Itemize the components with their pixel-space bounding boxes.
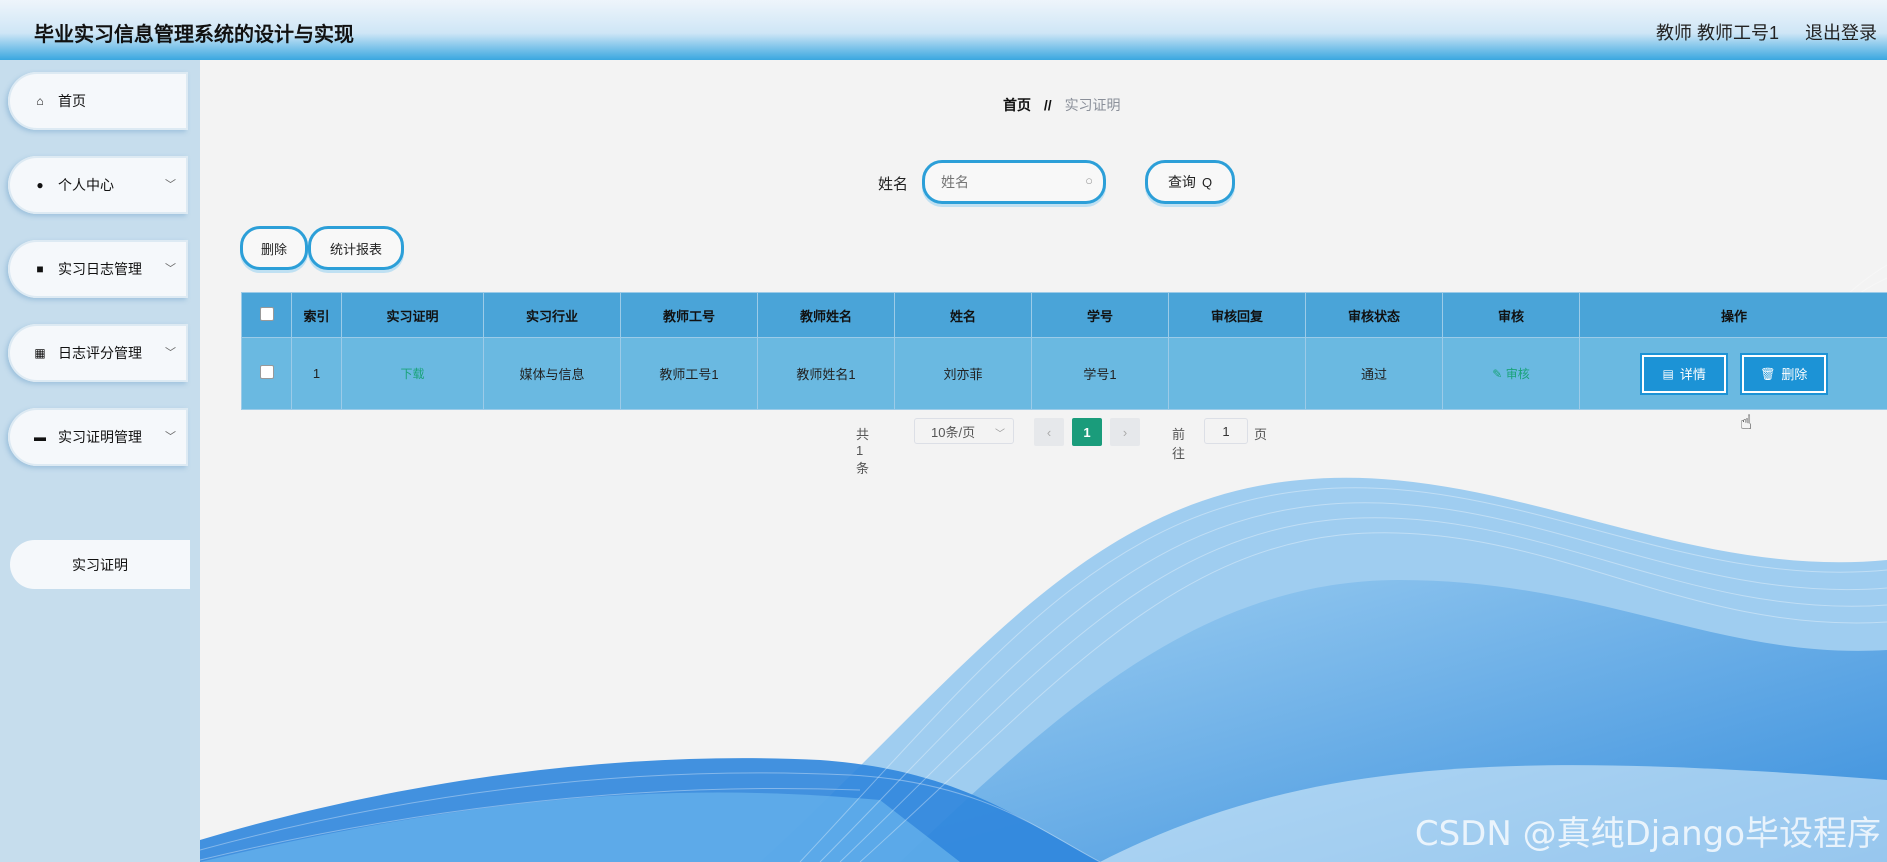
column-header: 实习证明 — [341, 292, 484, 338]
review-link[interactable]: ✎ 审核 — [1492, 367, 1529, 381]
column-header: 操作 — [1579, 292, 1887, 338]
select-all-checkbox[interactable] — [259, 306, 274, 321]
review-link-label: 审核 — [1505, 367, 1530, 381]
edit-icon: ✎ — [1492, 367, 1506, 381]
logout-link[interactable]: 退出登录 — [1805, 19, 1877, 45]
column-header: 教师姓名 — [757, 292, 895, 338]
search-input[interactable] — [939, 163, 1083, 201]
cell-index: 1 — [291, 337, 342, 410]
detail-button-label: 详情 — [1679, 367, 1706, 382]
chevron-down-icon: ﹀ — [165, 263, 176, 275]
cell-industry: 媒体与信息 — [483, 337, 621, 410]
query-button-label: 查询 — [1167, 174, 1196, 190]
cell-status: 通过 — [1305, 337, 1443, 410]
trash-icon: 🗑 — [1760, 366, 1776, 381]
chevron-down-icon: ﹀ — [165, 431, 176, 443]
page-unit-label: 页 — [1254, 427, 1268, 442]
cell-teacher-name: 教师姓名1 — [757, 337, 895, 410]
sidebar: ⌂ 首页 ● 个人中心 ﹀ ■ 实习日志管理 ﹀ ▦ 日志评分管理 ﹀ ▬ 实习… — [0, 60, 200, 862]
table-header-row: 索引 实习证明 实习行业 教师工号 教师姓名 姓名 学号 审核回复 审核状态 审… — [241, 292, 1887, 338]
row-delete-button-label: 删除 — [1781, 367, 1808, 382]
chevron-left-icon: ‹ — [1046, 424, 1052, 440]
row-checkbox[interactable] — [259, 365, 274, 379]
chevron-down-icon: ﹀ — [995, 429, 1005, 440]
search-label: 姓名 — [878, 176, 909, 193]
search-icon: ○ — [1085, 173, 1093, 188]
sidebar-subitem-certificate[interactable]: 实习证明 — [10, 540, 190, 589]
download-link[interactable]: 下载 — [400, 367, 424, 381]
cell-reply — [1168, 337, 1306, 410]
breadcrumb-current: 实习证明 — [1064, 97, 1121, 113]
briefcase-icon: ■ — [36, 262, 44, 276]
cell-student-id: 学号1 — [1031, 337, 1169, 410]
sidebar-item-internship-log[interactable]: ■ 实习日志管理 ﹀ — [8, 240, 188, 298]
current-page-button[interactable]: 1 — [1072, 418, 1102, 446]
sidebar-item-profile[interactable]: ● 个人中心 ﹀ — [8, 156, 188, 214]
sidebar-item-label: 日志评分管理 — [58, 345, 142, 361]
column-header: 审核状态 — [1305, 292, 1443, 338]
report-button[interactable]: 统计报表 — [308, 226, 404, 270]
page-size-select[interactable]: 10条/页 ﹀ — [914, 418, 1014, 444]
sidebar-item-log-score[interactable]: ▦ 日志评分管理 ﹀ — [8, 324, 188, 382]
column-header: 审核 — [1442, 292, 1580, 338]
sidebar-item-label: 首页 — [58, 93, 86, 109]
cell-name: 刘亦菲 — [894, 337, 1032, 410]
sidebar-item-label: 实习证明管理 — [58, 429, 142, 445]
row-delete-button[interactable]: 🗑 删除 — [1741, 354, 1826, 393]
app-title: 毕业实习信息管理系统的设计与实现 — [34, 24, 354, 46]
search-box[interactable]: ○ — [922, 160, 1106, 204]
column-header: 审核回复 — [1168, 292, 1306, 338]
select-all-cell[interactable] — [241, 292, 292, 338]
document-icon: ▤ — [1662, 366, 1674, 381]
current-user: 教师 教师工号1 — [1655, 23, 1779, 43]
hand-cursor-icon: ☝ — [1740, 412, 1753, 434]
column-header: 索引 — [291, 292, 342, 338]
breadcrumb-separator: // — [1043, 97, 1052, 113]
top-header: 毕业实习信息管理系统的设计与实现 教师 教师工号1 退出登录 — [0, 0, 1887, 60]
query-button[interactable]: 查询 Q — [1145, 160, 1235, 204]
prev-page-button[interactable]: ‹ — [1034, 418, 1064, 446]
user-icon: ● — [36, 178, 44, 192]
breadcrumb-home[interactable]: 首页 — [1003, 97, 1031, 113]
sidebar-item-certificate-mgmt[interactable]: ▬ 实习证明管理 ﹀ — [8, 408, 188, 466]
cell-review: ✎ 审核 — [1442, 337, 1580, 410]
cell-certificate: 下载 — [341, 337, 484, 410]
sidebar-item-home[interactable]: ⌂ 首页 — [8, 72, 188, 130]
table-row: 1 下载 媒体与信息 教师工号1 教师姓名1 刘亦菲 学号1 通过 ✎ 审核 ▤… — [241, 337, 1887, 410]
column-header: 学号 — [1031, 292, 1169, 338]
detail-button[interactable]: ▤ 详情 — [1642, 354, 1727, 393]
next-page-button[interactable]: › — [1110, 418, 1140, 446]
page-size-value: 10条/页 — [931, 424, 976, 440]
sidebar-item-label: 个人中心 — [58, 177, 114, 193]
column-header: 实习行业 — [483, 292, 621, 338]
main-content: 首页 // 实习证明 姓名 ○ 查询 Q 删除 统计报表 索引 实习证明 实习行… — [200, 60, 1887, 862]
grid-icon: ▦ — [34, 346, 46, 360]
sidebar-item-label: 实习日志管理 — [58, 261, 142, 277]
chevron-down-icon: ﹀ — [165, 179, 176, 191]
watermark: CSDN @真纯Django毕设程序 — [1414, 814, 1881, 854]
breadcrumb: 首页 // 实习证明 — [1003, 95, 1121, 115]
goto-label: 前往 — [1172, 427, 1186, 461]
cell-operations: ▤ 详情 🗑 删除 — [1579, 337, 1887, 410]
printer-icon: ▬ — [34, 430, 46, 444]
batch-delete-button[interactable]: 删除 — [240, 226, 308, 270]
search-icon: Q — [1201, 174, 1213, 190]
home-icon: ⌂ — [36, 94, 44, 108]
chevron-right-icon: › — [1122, 424, 1128, 440]
data-table: 索引 实习证明 实习行业 教师工号 教师姓名 姓名 学号 审核回复 审核状态 审… — [241, 292, 1887, 410]
goto-page-input[interactable]: 1 — [1204, 418, 1248, 444]
cell-teacher-id: 教师工号1 — [620, 337, 758, 410]
pagination-total: 共 1 条 — [856, 427, 870, 476]
chevron-down-icon: ﹀ — [165, 347, 176, 359]
column-header: 姓名 — [894, 292, 1032, 338]
column-header: 教师工号 — [620, 292, 758, 338]
row-select-cell[interactable] — [241, 337, 292, 410]
